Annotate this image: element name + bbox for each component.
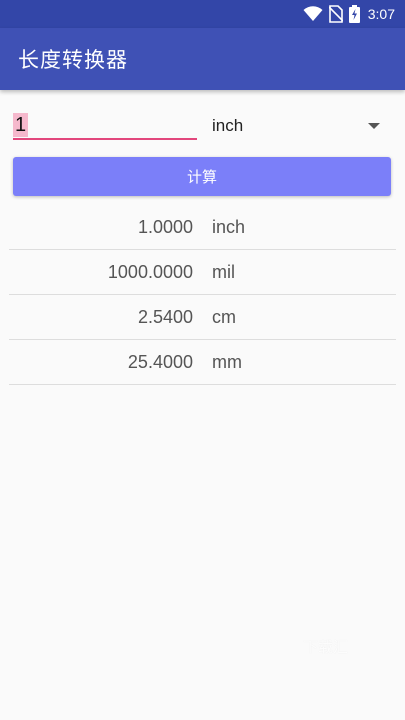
result-unit: cm	[212, 306, 236, 327]
results-list: 1.0000 inch 1000.0000 mil 2.5400 cm 25.4…	[9, 205, 396, 385]
no-sim-icon	[328, 5, 343, 23]
dropdown-arrow-icon	[368, 123, 380, 129]
result-row: 2.5400 cm	[9, 295, 396, 340]
result-unit: mm	[212, 351, 242, 372]
unit-dropdown-label: inch	[212, 116, 244, 135]
result-unit: inch	[212, 216, 246, 237]
calculate-button[interactable]: 计算	[13, 157, 391, 196]
app-title: 长度转换器	[18, 48, 128, 72]
result-value: 2.5400	[137, 306, 193, 327]
unit-dropdown[interactable]: inch	[212, 112, 387, 140]
result-row: 1000.0000 mil	[9, 250, 396, 295]
result-row: 25.4000 mm	[9, 340, 396, 385]
watermark: 下载汇	[303, 638, 349, 656]
status-bar: 3:07	[0, 0, 405, 28]
result-value: 25.4000	[127, 351, 193, 372]
result-row: 1.0000 inch	[9, 205, 396, 250]
wifi-icon	[303, 6, 323, 22]
result-unit: mil	[212, 261, 235, 282]
app-bar: 长度转换器	[0, 28, 405, 90]
result-value: 1.0000	[137, 216, 193, 237]
value-field[interactable]: 1	[13, 110, 197, 140]
status-time: 3:07	[367, 6, 395, 22]
value-input[interactable]	[13, 110, 197, 138]
result-value: 1000.0000	[107, 261, 193, 282]
battery-charging-icon	[348, 5, 360, 23]
